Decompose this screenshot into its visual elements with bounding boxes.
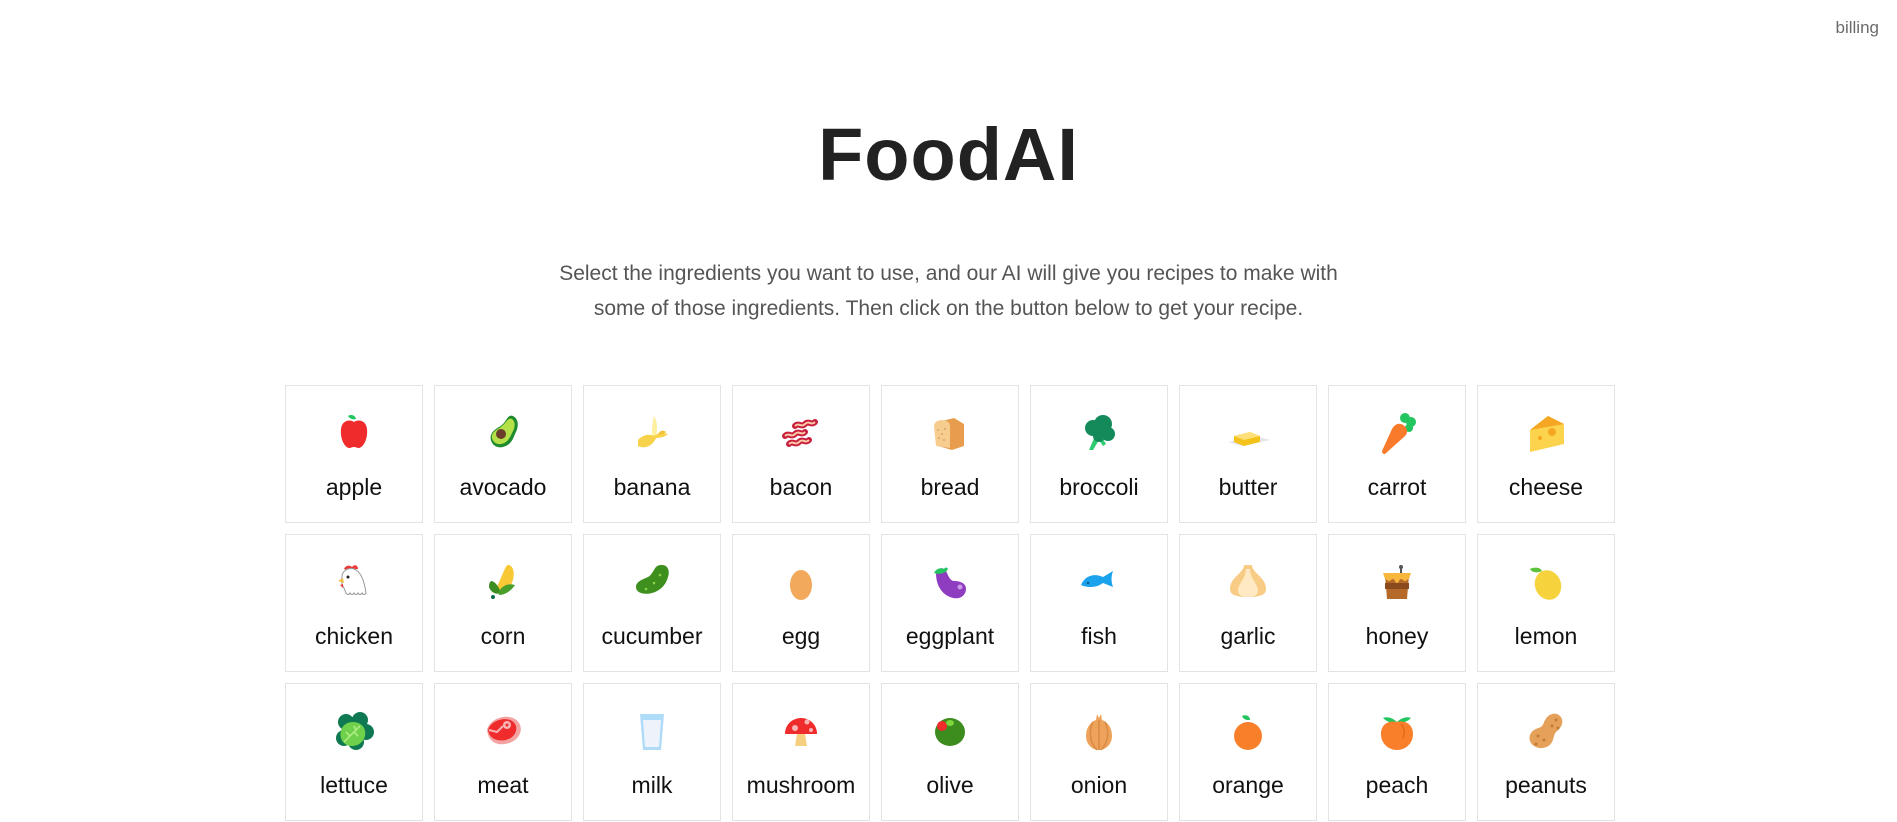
ingredient-card-orange[interactable]: orange xyxy=(1179,683,1317,821)
honey-icon xyxy=(1369,555,1425,611)
ingredient-card-apple[interactable]: apple xyxy=(285,385,423,523)
ingredient-label: carrot xyxy=(1367,474,1427,500)
cucumber-icon xyxy=(624,555,680,611)
avocado-icon xyxy=(475,406,531,462)
ingredient-card-avocado[interactable]: avocado xyxy=(434,385,572,523)
ingredient-card-milk[interactable]: milk xyxy=(583,683,721,821)
ingredient-label: apple xyxy=(325,474,383,500)
ingredient-label: egg xyxy=(781,623,821,649)
ingredient-label: bread xyxy=(920,474,980,500)
ingredient-card-fish[interactable]: fish xyxy=(1030,534,1168,672)
ingredient-card-broccoli[interactable]: broccoli xyxy=(1030,385,1168,523)
ingredient-card-egg[interactable]: egg xyxy=(732,534,870,672)
eggplant-icon xyxy=(922,555,978,611)
intro-text: Select the ingredients you want to use, … xyxy=(0,256,1897,326)
ingredient-label: chicken xyxy=(315,623,393,649)
olive-icon xyxy=(922,704,978,760)
ingredient-card-lemon[interactable]: lemon xyxy=(1477,534,1615,672)
ingredient-card-carrot[interactable]: carrot xyxy=(1328,385,1466,523)
intro-line-1: Select the ingredients you want to use, … xyxy=(559,262,1338,285)
broccoli-icon xyxy=(1071,406,1127,462)
ingredient-card-cheese[interactable]: cheese xyxy=(1477,385,1615,523)
ingredient-card-bread[interactable]: bread xyxy=(881,385,1019,523)
ingredient-label: broccoli xyxy=(1059,474,1139,500)
ingredient-label: orange xyxy=(1212,772,1284,798)
ingredient-card-meat[interactable]: meat xyxy=(434,683,572,821)
milk-icon xyxy=(624,704,680,760)
ingredient-label: onion xyxy=(1070,772,1128,798)
ingredient-label: honey xyxy=(1365,623,1429,649)
ingredient-card-honey[interactable]: honey xyxy=(1328,534,1466,672)
ingredient-card-lettuce[interactable]: lettuce xyxy=(285,683,423,821)
ingredient-card-corn[interactable]: corn xyxy=(434,534,572,672)
ingredient-label: banana xyxy=(613,474,691,500)
ingredient-label: avocado xyxy=(459,474,547,500)
ingredient-card-cucumber[interactable]: cucumber xyxy=(583,534,721,672)
ingredient-card-peach[interactable]: peach xyxy=(1328,683,1466,821)
page-title: FoodAI xyxy=(818,113,1079,196)
ingredient-card-bacon[interactable]: bacon xyxy=(732,385,870,523)
ingredient-label: corn xyxy=(480,623,526,649)
chicken-icon xyxy=(326,555,382,611)
ingredient-label: lemon xyxy=(1514,623,1578,649)
carrot-icon xyxy=(1369,406,1425,462)
ingredient-label: garlic xyxy=(1220,623,1276,649)
peach-icon xyxy=(1369,704,1425,760)
ingredient-label: cucumber xyxy=(601,623,703,649)
ingredient-label: bacon xyxy=(769,474,833,500)
ingredient-label: meat xyxy=(477,772,529,798)
mushroom-icon xyxy=(773,704,829,760)
billing-link[interactable]: billing xyxy=(1836,18,1879,38)
ingredient-label: fish xyxy=(1081,623,1117,649)
ingredient-card-banana[interactable]: banana xyxy=(583,385,721,523)
ingredient-label: eggplant xyxy=(905,623,995,649)
ingredient-card-peanuts[interactable]: peanuts xyxy=(1477,683,1615,821)
fish-icon xyxy=(1071,555,1127,611)
ingredient-label: butter xyxy=(1218,474,1278,500)
ingredient-label: peach xyxy=(1365,772,1429,798)
ingredient-card-eggplant[interactable]: eggplant xyxy=(881,534,1019,672)
intro-line-2: some of those ingredients. Then click on… xyxy=(593,297,1304,320)
ingredient-card-onion[interactable]: onion xyxy=(1030,683,1168,821)
ingredient-card-mushroom[interactable]: mushroom xyxy=(732,683,870,821)
apple-icon xyxy=(326,406,382,462)
ingredient-grid: apple avocado banana bacon bread broccol… xyxy=(285,385,1615,821)
peanuts-icon xyxy=(1518,704,1574,760)
ingredient-card-garlic[interactable]: garlic xyxy=(1179,534,1317,672)
butter-icon xyxy=(1220,406,1276,462)
lettuce-icon xyxy=(326,704,382,760)
egg-icon xyxy=(773,555,829,611)
ingredient-card-butter[interactable]: butter xyxy=(1179,385,1317,523)
ingredient-label: milk xyxy=(631,772,673,798)
lemon-icon xyxy=(1518,555,1574,611)
onion-icon xyxy=(1071,704,1127,760)
orange-icon xyxy=(1220,704,1276,760)
corn-icon xyxy=(475,555,531,611)
bread-icon xyxy=(922,406,978,462)
bacon-icon xyxy=(773,406,829,462)
ingredient-label: lettuce xyxy=(320,772,388,798)
ingredient-card-chicken[interactable]: chicken xyxy=(285,534,423,672)
ingredient-label: olive xyxy=(926,772,974,798)
banana-icon xyxy=(624,406,680,462)
ingredient-label: mushroom xyxy=(746,772,856,798)
ingredient-label: peanuts xyxy=(1505,772,1587,798)
cheese-icon xyxy=(1518,406,1574,462)
ingredient-label: cheese xyxy=(1508,474,1584,500)
ingredient-card-olive[interactable]: olive xyxy=(881,683,1019,821)
garlic-icon xyxy=(1220,555,1276,611)
meat-icon xyxy=(475,704,531,760)
